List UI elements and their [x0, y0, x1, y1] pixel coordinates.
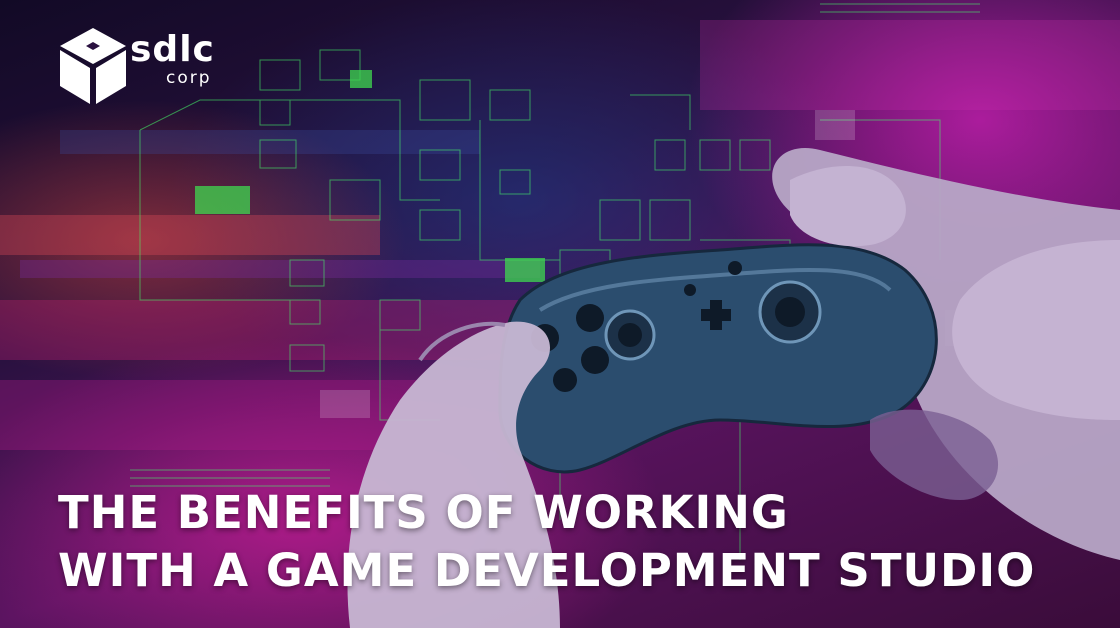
sdlc-corp-logo[interactable]: sdlc corp: [56, 26, 236, 108]
brand-subname: corp: [166, 68, 212, 88]
hero-banner: sdlc corp THE BENEFITS OF WORKING WITH A…: [0, 0, 1120, 628]
title-line-1: THE BENEFITS OF WORKING: [58, 486, 789, 539]
page-title: THE BENEFITS OF WORKING WITH A GAME DEVE…: [58, 484, 1035, 600]
cube-icon: [60, 28, 126, 104]
brand-name: sdlc: [130, 29, 215, 70]
title-line-2: WITH A GAME DEVELOPMENT STUDIO: [58, 544, 1036, 597]
